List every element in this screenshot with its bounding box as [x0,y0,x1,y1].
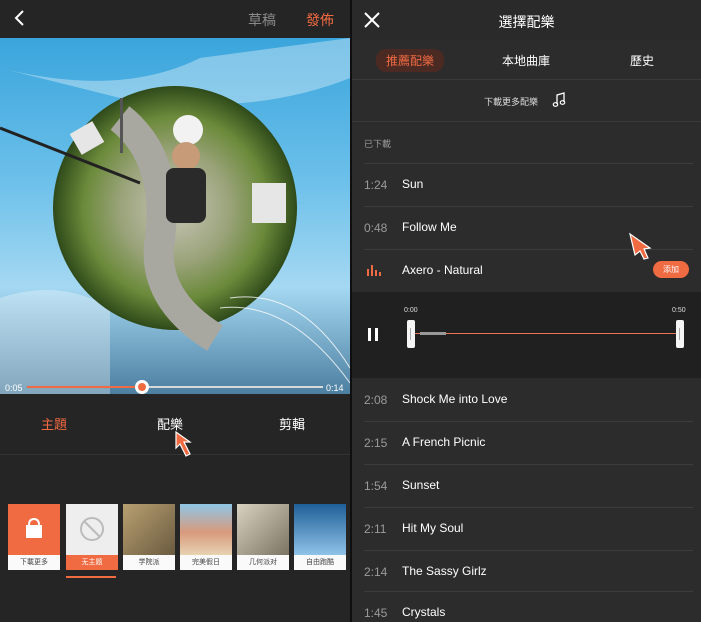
row-divider [364,421,693,422]
row-divider [364,464,693,465]
row-divider [364,507,693,508]
publish-button[interactable]: 發佈 [306,10,334,30]
tab-theme[interactable]: 主題 [24,414,84,433]
song-row[interactable]: 2:11 Hit My Soul [352,507,701,550]
trim-playhead [420,332,446,335]
back-arrow-icon[interactable] [8,6,32,30]
theme-label: 下載更多 [8,555,60,570]
page-title: 選擇配樂 [498,14,555,30]
song-name: Follow Me [402,220,457,234]
music-header: 選擇配樂 [352,0,701,40]
song-row[interactable]: 1:24 Sun [352,163,701,206]
song-name: Sun [402,177,424,191]
song-row[interactable]: 1:45 Crystals [352,591,701,622]
theme-item-geometry-party[interactable]: 几何派对 [237,504,289,570]
bag-icon [8,504,60,555]
song-duration: 0:48 [364,221,388,235]
theme-thumbnail [237,504,289,555]
song-duration: 2:08 [364,393,388,407]
song-name: A French Picnic [402,435,486,449]
download-more-music[interactable]: 下載更多配樂 [352,80,701,122]
equalizer-icon [367,265,381,276]
pointer-arrow-icon [629,232,652,260]
pause-icon[interactable] [368,328,380,341]
theme-label: 完美假日 [180,555,232,570]
theme-label: 学院派 [123,555,175,570]
theme-label: 自由跑酷 [294,555,346,570]
current-time: 0:05 [5,383,23,393]
total-time: 0:14 [326,383,344,393]
download-more-label: 下載更多配樂 [484,97,539,107]
theme-item-parkour[interactable]: 自由跑酷 [294,504,346,570]
theme-label: 几何派对 [237,555,289,570]
downloaded-label: 已下載 [364,139,392,149]
trim-start-handle[interactable] [407,320,415,348]
tab-history[interactable]: 歷史 [630,52,654,69]
theme-label: 无主题 [66,555,118,570]
song-name: Shock Me into Love [402,392,508,406]
theme-item-none[interactable]: 无主题 [66,504,118,570]
progress-fill [27,386,143,388]
draft-button[interactable]: 草稿 [248,10,276,30]
tab-edit[interactable]: 剪輯 [262,414,322,433]
add-song-button[interactable]: 添加 [653,261,689,278]
song-name: Axero - Natural [402,263,483,277]
song-trim-player: 0:00 0:50 [352,292,701,378]
theme-thumbnail [123,504,175,555]
theme-item-holiday[interactable]: 完美假日 [180,504,232,570]
song-row[interactable]: 2:15 A French Picnic [352,421,701,464]
trim-end-handle[interactable] [676,320,684,348]
song-duration: 1:45 [364,606,388,620]
trim-end-time: 0:50 [672,307,686,314]
song-name: The Sassy Girlz [402,564,487,578]
theme-selected-indicator [66,576,116,578]
trim-start-time: 0:00 [404,307,418,314]
song-row[interactable]: 2:14 The Sassy Girlz [352,550,701,593]
music-picker-panel: 選擇配樂 推薦配樂 本地曲庫 歷史 下載更多配樂 已下載 1:24 Sun 0:… [352,0,701,622]
editor-header: 草稿 發佈 [0,0,350,38]
song-name: Crystals [402,605,446,619]
tab-recommended[interactable]: 推薦配樂 [376,49,445,72]
theme-list: 下載更多 无主题 学院派 完美假日 几何派对 自由跑酷 [8,504,350,578]
tab-local-library[interactable]: 本地曲庫 [502,52,550,69]
music-tabs: 推薦配樂 本地曲庫 歷史 [352,40,701,80]
song-row[interactable]: 1:54 Sunset [352,464,701,507]
theme-item-download-more[interactable]: 下載更多 [8,504,60,570]
no-symbol-icon [66,504,118,555]
song-row[interactable]: 2:08 Shock Me into Love [352,378,701,421]
video-editor-panel: 草稿 發佈 0:05 0:14 主題 配樂 剪輯 下載更多 无主题 学院派 完美… [0,0,350,622]
theme-thumbnail [180,504,232,555]
music-note-icon [552,92,566,107]
theme-thumbnail [294,504,346,555]
row-divider [364,163,693,164]
song-name: Sunset [402,478,440,492]
video-preview[interactable] [0,38,350,394]
song-duration: 2:14 [364,565,388,579]
row-divider [364,550,693,551]
theme-item-academic[interactable]: 学院派 [123,504,175,570]
pointer-arrow-icon [175,430,192,457]
song-duration: 1:54 [364,479,388,493]
row-divider [364,591,693,592]
trim-selection [411,333,681,334]
song-duration: 2:11 [364,522,387,536]
song-duration: 2:15 [364,436,388,450]
song-duration: 1:24 [364,178,388,192]
row-divider [364,206,693,207]
tiny-planet-image [0,38,350,394]
song-name: Hit My Soul [402,521,464,535]
